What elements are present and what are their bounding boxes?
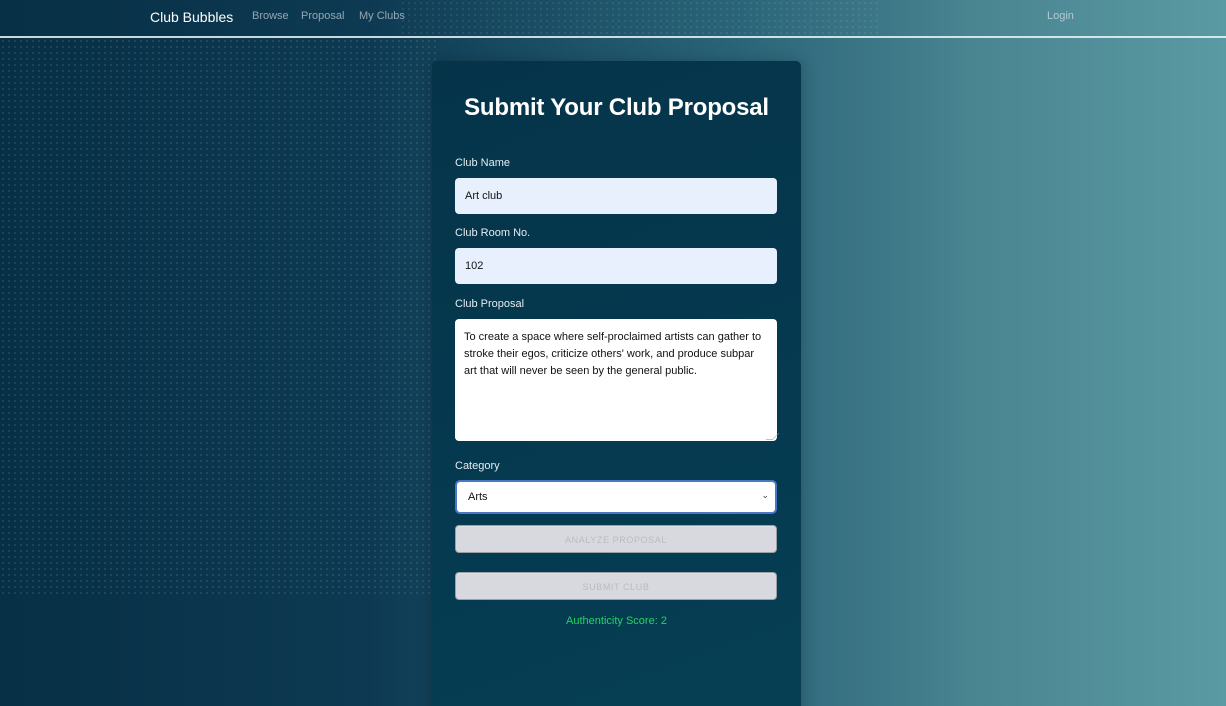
- proposal-form-card: Submit Your Club Proposal Club Name Club…: [432, 61, 801, 706]
- nav-link-my-clubs[interactable]: My Clubs: [359, 10, 405, 22]
- category-select[interactable]: Arts ⌄: [455, 480, 777, 514]
- nav-link-browse[interactable]: Browse: [252, 10, 289, 22]
- chevron-down-icon: ⌄: [761, 490, 769, 500]
- page-title: Submit Your Club Proposal: [464, 94, 769, 121]
- submit-club-button[interactable]: SUBMIT CLUB: [455, 572, 777, 600]
- navbar: Club Bubbles Browse Proposal My Clubs Lo…: [0, 0, 1226, 38]
- background-dot-pattern: [0, 38, 440, 598]
- club-name-label: Club Name: [455, 157, 511, 169]
- authenticity-score-value: 2: [660, 615, 667, 627]
- club-room-label: Club Room No.: [455, 227, 531, 239]
- authenticity-score-label: Authenticity Score:: [566, 615, 658, 627]
- club-proposal-label: Club Proposal: [455, 298, 525, 310]
- club-proposal-textarea[interactable]: To create a space where self-proclaimed …: [455, 319, 777, 441]
- category-selected-value: Arts: [468, 491, 488, 503]
- club-name-input[interactable]: [455, 178, 777, 214]
- category-label: Category: [455, 460, 500, 472]
- nav-link-login[interactable]: Login: [1047, 10, 1074, 22]
- club-room-input[interactable]: [455, 248, 777, 284]
- analyze-proposal-button[interactable]: ANALYZE PROPOSAL: [455, 525, 777, 553]
- nav-link-proposal[interactable]: Proposal: [301, 10, 344, 22]
- brand-link[interactable]: Club Bubbles: [150, 9, 233, 25]
- authenticity-score: Authenticity Score: 2: [432, 615, 801, 627]
